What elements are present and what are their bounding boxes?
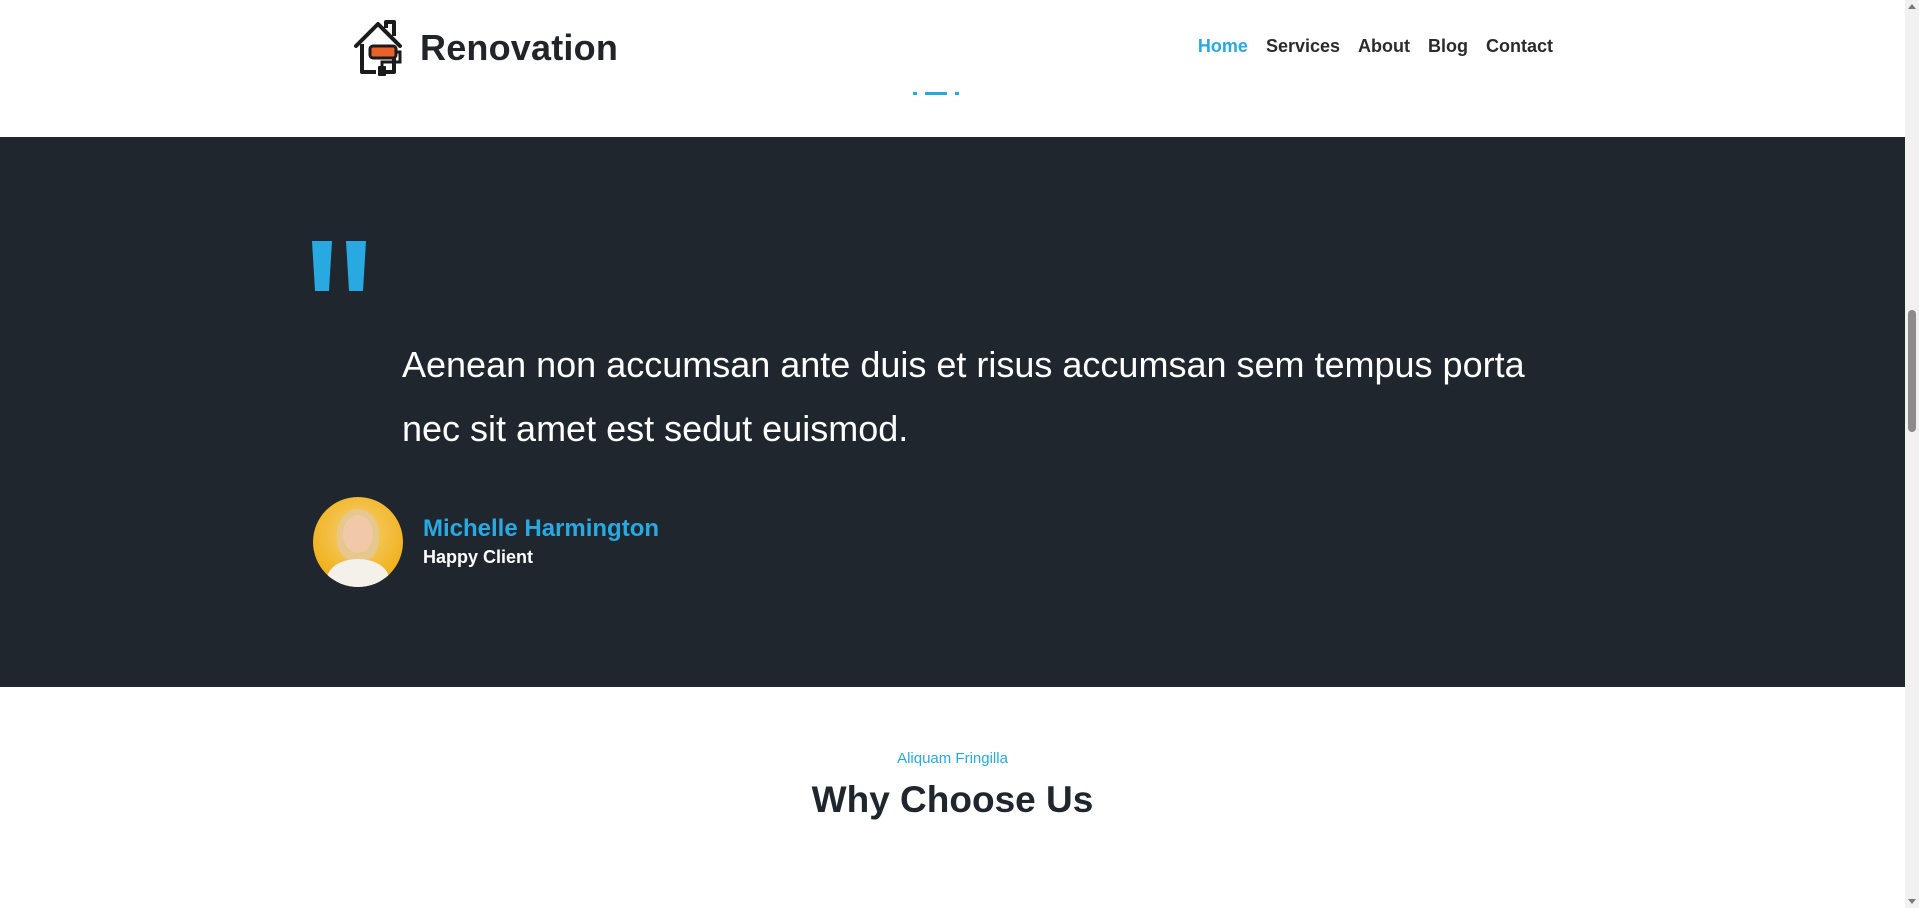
nav-link-contact[interactable]: Contact — [1486, 36, 1553, 57]
author-role: Happy Client — [423, 547, 534, 567]
testimonial-quote: Aenean non accumsan ante duis et risus a… — [402, 344, 1525, 449]
scroll-down-arrow-icon[interactable] — [1908, 899, 1916, 904]
page: Renovation Home Services About Blog Cont… — [0, 0, 1905, 908]
quote-bar — [312, 241, 332, 291]
main-nav: Home Services About Blog Contact — [1198, 36, 1553, 57]
section-eyebrow: Aliquam Fringilla — [897, 750, 1008, 767]
quote-icon — [312, 241, 366, 291]
scroll-up-arrow-icon[interactable] — [1908, 4, 1916, 9]
testimonial-section: Aenean non accumsan ante duis et risus a… — [0, 137, 1905, 687]
avatar-body — [327, 559, 389, 587]
nav-link-about[interactable]: About — [1358, 36, 1410, 57]
author-info: Michelle Harmington Happy Client — [423, 514, 659, 570]
logo-text: Renovation — [420, 27, 619, 68]
page-scrollbar[interactable] — [1905, 0, 1919, 908]
avatar — [313, 497, 403, 587]
scroll-thumb[interactable] — [1908, 310, 1916, 432]
avatar-face — [343, 515, 373, 553]
nav-link-services[interactable]: Services — [1266, 36, 1340, 57]
divider-dot — [955, 92, 959, 95]
quote-bar — [346, 241, 366, 291]
house-paint-roller-icon — [354, 20, 402, 76]
divider-dot — [913, 92, 917, 95]
site-logo[interactable]: Renovation — [350, 18, 618, 78]
why-choose-section: Aliquam Fringilla Why Choose Us — [0, 687, 1905, 908]
nav-link-home[interactable]: Home — [1198, 36, 1248, 57]
testimonial-author: Michelle Harmington Happy Client — [313, 497, 659, 587]
site-header: Renovation Home Services About Blog Cont… — [0, 0, 1905, 137]
section-title: Why Choose Us — [811, 779, 1094, 820]
author-name: Michelle Harmington — [423, 515, 660, 542]
section-divider-dots — [913, 92, 959, 95]
nav-link-blog[interactable]: Blog — [1428, 36, 1468, 57]
divider-line — [925, 92, 947, 95]
